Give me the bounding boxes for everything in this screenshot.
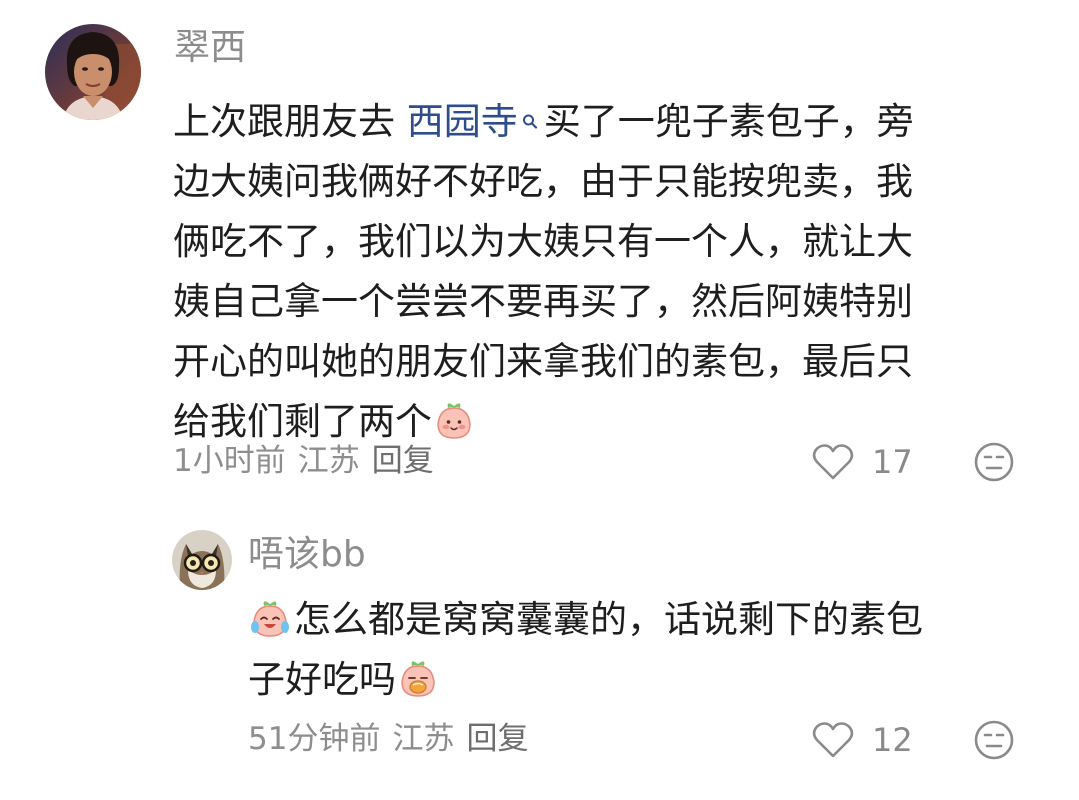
comment-line: 姨自己拿一个尝尝不要再买了，然后阿姨特别	[173, 280, 913, 323]
comment-text-segment: 买了一兜子素包子，旁	[543, 100, 914, 143]
location: 江苏	[392, 721, 455, 757]
like-button[interactable]: 17	[812, 440, 913, 484]
peach-laugh-cry-emoji-icon	[248, 596, 292, 640]
like-button[interactable]: 12	[812, 718, 913, 762]
reply-button[interactable]: 回复	[372, 443, 434, 479]
timestamp: 51分钟前	[248, 721, 381, 757]
peach-smile-emoji-icon	[432, 398, 476, 442]
dislike-face-icon	[974, 720, 1014, 760]
avatar[interactable]	[45, 24, 141, 120]
comment-line: 边大姨问我俩好不好吃，由于只能按兜卖，我	[173, 160, 913, 203]
comment-meta: 1小时前 江苏 回复	[173, 441, 434, 481]
heart-icon	[812, 444, 854, 480]
peach-eating-emoji-icon	[396, 656, 440, 700]
comment-line: 俩吃不了，我们以为大姨只有一个人，就让大	[173, 220, 913, 263]
comment-meta: 51分钟前 江苏 回复	[248, 719, 528, 759]
username[interactable]: 翠西	[174, 25, 246, 71]
comment-text-segment: 给我们剩了两个	[173, 400, 432, 443]
avatar-cat-with-glasses-icon	[172, 530, 232, 590]
comment-text-segment: 怎么都是窝窝囊囊的，话说剩下的素包	[294, 598, 923, 641]
location: 江苏	[297, 443, 360, 479]
like-count: 17	[872, 443, 913, 481]
username[interactable]: 唔该bb	[248, 532, 366, 578]
comment-line: 怎么都是窝窝囊囊的，话说剩下的素包	[248, 590, 923, 650]
timestamp: 1小时前	[173, 443, 286, 479]
comment-text-segment: 子好吃吗	[248, 658, 396, 701]
avatar[interactable]	[172, 530, 232, 590]
dislike-button[interactable]	[973, 441, 1015, 483]
comment-line: 开心的叫她的朋友们来拿我们的素包，最后只	[173, 340, 913, 383]
like-count: 12	[872, 721, 913, 759]
topic-link[interactable]: 西园寺	[407, 100, 518, 143]
search-icon[interactable]	[522, 92, 538, 152]
comment-line: 上次跟朋友去 西园寺 买了一兜子素包子，旁	[173, 92, 914, 152]
dislike-face-icon	[974, 442, 1014, 482]
comment-line: 子好吃吗	[248, 650, 440, 710]
reply-button[interactable]: 回复	[466, 721, 528, 757]
avatar-woman-portrait-icon	[45, 24, 141, 120]
heart-icon	[812, 722, 854, 758]
comment-text-segment: 上次跟朋友去	[173, 100, 407, 143]
dislike-button[interactable]	[973, 719, 1015, 761]
